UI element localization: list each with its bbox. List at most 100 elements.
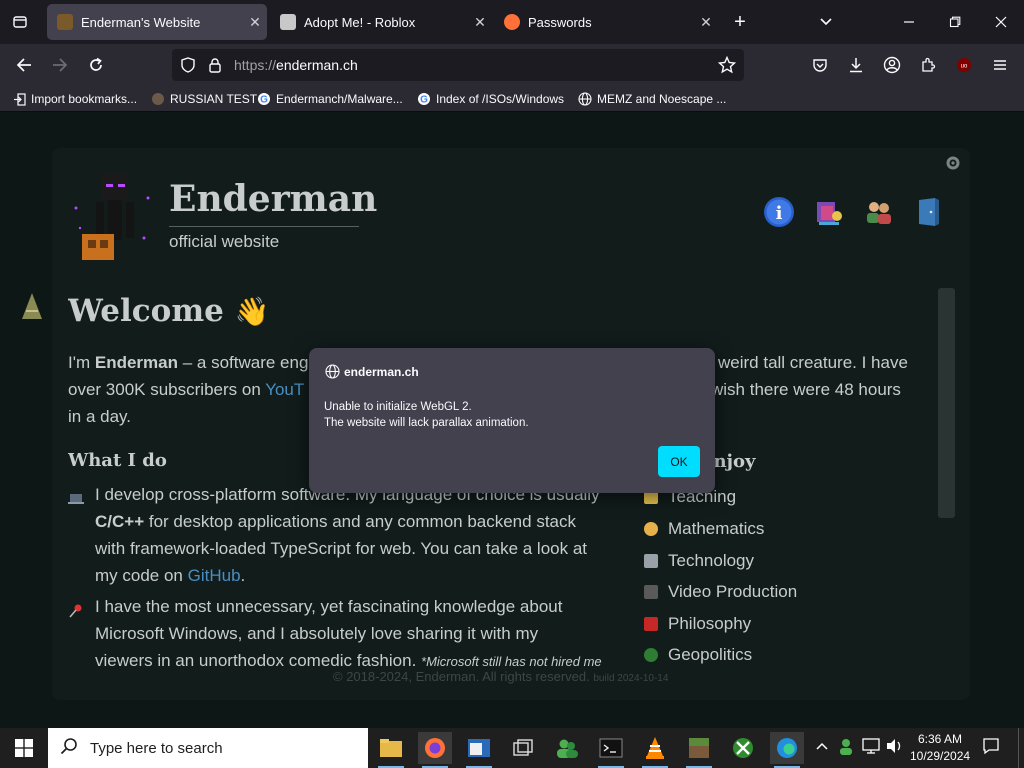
- site-subtitle: official website: [169, 232, 280, 251]
- back-button[interactable]: [10, 51, 38, 79]
- tab-endermans-website[interactable]: Enderman's Website ✕: [47, 4, 267, 40]
- close-tab-icon[interactable]: ✕: [243, 14, 267, 31]
- minecraft-icon[interactable]: [682, 732, 716, 768]
- close-tab-icon[interactable]: ✕: [468, 14, 492, 31]
- url-protocol: https://: [234, 57, 277, 73]
- footer: © 2018-2024, Enderman. All rights reserv…: [333, 669, 669, 684]
- forward-button[interactable]: [46, 51, 74, 79]
- dialog-origin: enderman.ch: [344, 365, 419, 379]
- close-window-button[interactable]: [987, 8, 1015, 36]
- bookmark-russian-test[interactable]: RUSSIAN TEST: [151, 90, 257, 108]
- bookmark-import[interactable]: Import bookmarks...: [12, 90, 137, 108]
- tab-bar: Enderman's Website ✕ Adopt Me! - Roblox …: [0, 0, 1024, 44]
- globe-icon: [325, 364, 340, 379]
- task-view-icon[interactable]: [506, 732, 540, 764]
- tray-people-icon[interactable]: [838, 738, 854, 759]
- what-i-do-item-software: I develop cross-platform software. My la…: [68, 481, 628, 589]
- downloads-icon[interactable]: [842, 51, 870, 79]
- file-explorer-icon[interactable]: [374, 732, 408, 768]
- firefox-icon[interactable]: [418, 732, 452, 768]
- globe-icon: [644, 648, 658, 662]
- svg-text:i: i: [776, 203, 783, 224]
- bookmark-label: MEMZ and Noescape ...: [597, 92, 727, 106]
- title-divider: [169, 226, 359, 227]
- floppy-disk-icon: [644, 554, 658, 568]
- tab-title: Adopt Me! - Roblox: [304, 14, 416, 30]
- tab-adopt-me-roblox[interactable]: Adopt Me! - Roblox ✕: [270, 4, 492, 40]
- contacts-icon[interactable]: [550, 732, 584, 764]
- site-title: Enderman: [169, 178, 378, 220]
- show-desktop-button[interactable]: [1018, 728, 1024, 768]
- bookmark-endermanch-malware[interactable]: G Endermanch/Malware...: [257, 90, 403, 108]
- settings-gear-icon[interactable]: [944, 154, 962, 177]
- app-window-icon[interactable]: [462, 732, 496, 768]
- ok-button[interactable]: OK: [658, 446, 700, 477]
- tracking-protection-shield-icon[interactable]: [180, 57, 196, 78]
- clock-date: 10/29/2024: [910, 749, 971, 763]
- bookmark-label: Index of /ISOs/Windows: [436, 92, 565, 106]
- community-icon[interactable]: [863, 196, 895, 228]
- restore-window-button[interactable]: [941, 8, 969, 36]
- terminal-icon[interactable]: [594, 732, 628, 768]
- taskbar-search-box[interactable]: Type here to search: [48, 728, 368, 768]
- youtube-link[interactable]: YouT: [265, 380, 304, 399]
- bookmark-star-icon[interactable]: [717, 55, 737, 79]
- bookmark-label: RUSSIAN TEST: [170, 92, 258, 106]
- firefox-favicon-icon: [504, 14, 520, 30]
- address-bar[interactable]: https://enderman.ch: [172, 49, 744, 81]
- enderman-logo-icon: [68, 168, 160, 269]
- show-hidden-icons-icon[interactable]: [816, 738, 828, 754]
- system-clock[interactable]: 6:36 AM 10/29/2024: [910, 731, 970, 765]
- new-tab-button[interactable]: +: [726, 8, 754, 36]
- enderman-favicon-icon: [57, 14, 73, 30]
- minimize-window-button[interactable]: [895, 8, 923, 36]
- app-menu-icon[interactable]: [986, 51, 1014, 79]
- lock-icon[interactable]: [208, 57, 222, 78]
- welcome-heading: Welcome 👋: [68, 293, 270, 329]
- edge-icon[interactable]: [770, 732, 804, 768]
- enjoy-item-video-production: Video Production: [644, 582, 797, 602]
- close-tab-icon[interactable]: ✕: [694, 14, 718, 31]
- bookmark-index-of-isos[interactable]: G Index of /ISOs/Windows: [417, 90, 564, 108]
- svg-text:G: G: [420, 95, 428, 106]
- intro-line-1-right: weird tall creature. I have: [718, 353, 908, 372]
- tab-passwords[interactable]: Passwords ✕: [494, 4, 718, 40]
- import-icon: [12, 92, 26, 106]
- dialog-message-line-1: Unable to initialize WebGL 2.: [324, 401, 472, 413]
- windows-logo-icon: [15, 739, 33, 757]
- book-icon: [644, 617, 658, 631]
- bookmarks-toolbar: Import bookmarks... RUSSIAN TEST G Ender…: [0, 86, 1024, 112]
- software-icon[interactable]: [813, 196, 845, 228]
- party-hat-icon[interactable]: [20, 291, 44, 326]
- search-placeholder: Type here to search: [90, 739, 223, 757]
- movie-camera-icon: [644, 585, 658, 599]
- bookmark-memz-noescape[interactable]: MEMZ and Noescape ...: [578, 90, 726, 108]
- info-icon[interactable]: i: [763, 196, 795, 228]
- webgl-alert-dialog: enderman.ch Unable to initialize WebGL 2…: [309, 348, 715, 493]
- ublock-origin-icon[interactable]: uo: [950, 51, 978, 79]
- tab-overview-icon[interactable]: [6, 8, 34, 36]
- list-all-tabs-icon[interactable]: [812, 8, 840, 36]
- what-i-do-item-windows: I have the most unnecessary, yet fascina…: [68, 593, 628, 675]
- content-scrollbar[interactable]: [938, 288, 955, 518]
- extensions-icon[interactable]: [914, 51, 942, 79]
- xbox-icon[interactable]: [726, 732, 760, 764]
- svg-text:G: G: [260, 95, 268, 106]
- waving-hand-icon: 👋: [234, 295, 270, 328]
- door-icon[interactable]: [913, 196, 945, 228]
- roblox-favicon-icon: [280, 14, 296, 30]
- enjoy-item-geopolitics: Geopolitics: [644, 645, 752, 665]
- url-text[interactable]: https://enderman.ch: [234, 57, 358, 73]
- github-link[interactable]: GitHub: [188, 566, 241, 585]
- reload-button[interactable]: [82, 51, 110, 79]
- volume-icon[interactable]: [886, 738, 904, 757]
- pocket-icon[interactable]: [806, 51, 834, 79]
- start-button[interactable]: [0, 728, 48, 768]
- network-icon[interactable]: [862, 738, 880, 757]
- clock-time: 6:36 AM: [917, 732, 963, 746]
- vlc-icon[interactable]: [638, 732, 672, 768]
- lightbulb-icon: [644, 522, 658, 536]
- account-icon[interactable]: [878, 51, 906, 79]
- action-center-icon[interactable]: [982, 737, 1000, 758]
- footer-name-link[interactable]: Enderman.: [416, 669, 480, 684]
